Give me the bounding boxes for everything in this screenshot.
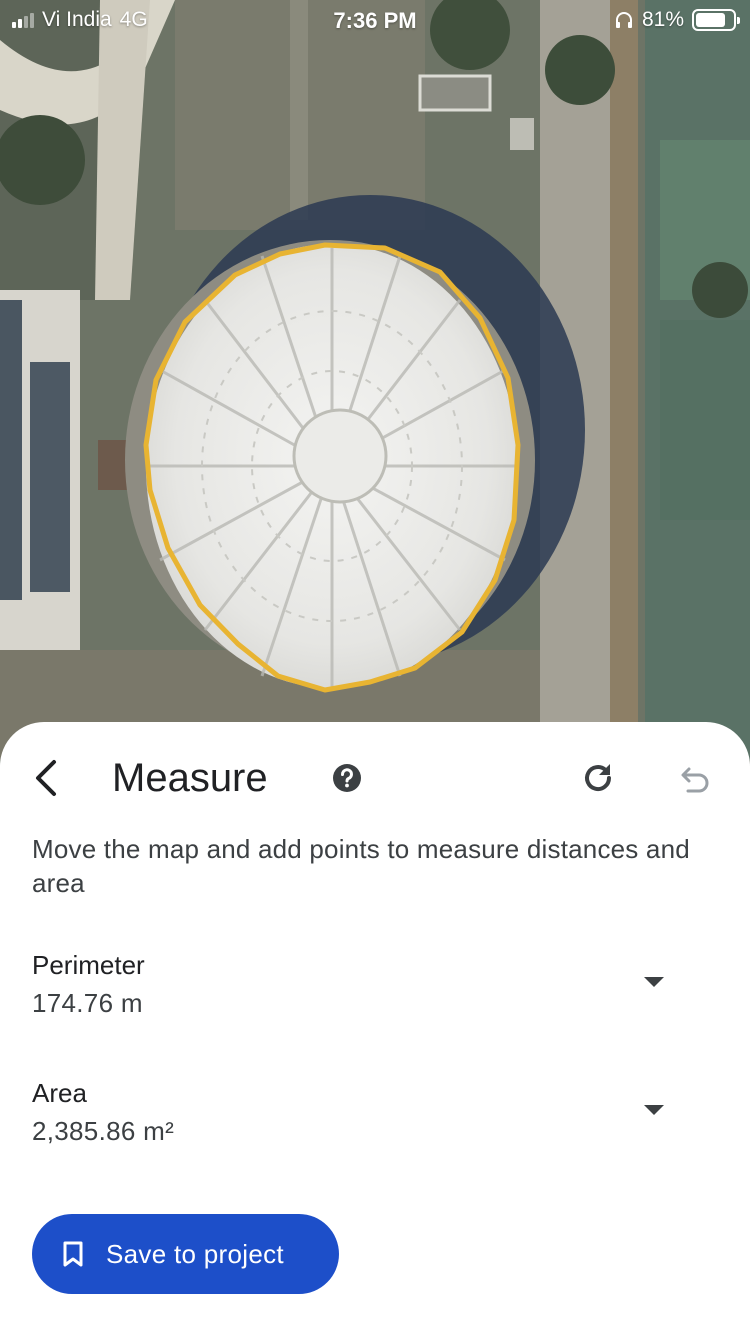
save-to-project-button[interactable]: Save to project — [32, 1214, 339, 1294]
battery-icon — [692, 9, 740, 31]
perimeter-value: 174.76 m — [32, 988, 143, 1018]
back-button[interactable] — [26, 754, 66, 802]
panel-header: Measure — [0, 746, 750, 810]
bookmark-icon — [63, 1241, 83, 1267]
chevron-down-icon[interactable] — [642, 974, 666, 990]
battery-percent: 81% — [641, 8, 684, 31]
satellite-map[interactable] — [0, 0, 750, 760]
undo-icon[interactable] — [674, 760, 714, 800]
perimeter-label: Perimeter — [32, 950, 145, 980]
chevron-down-icon[interactable] — [642, 1102, 666, 1118]
save-button-label: Save to project — [106, 1238, 284, 1269]
instructions-text: Move the map and add points to measure d… — [32, 834, 690, 898]
battery-level — [696, 13, 726, 27]
status-right: 81% — [614, 8, 740, 32]
redo-icon[interactable] — [578, 758, 618, 798]
help-icon[interactable] — [331, 762, 363, 794]
area-value: 2,385.86 m² — [32, 1116, 175, 1146]
panel-title: Measure — [112, 756, 268, 800]
area-row[interactable]: Area 2,385.86 m² — [32, 1072, 718, 1162]
back-arrow-icon — [36, 760, 56, 796]
perimeter-row[interactable]: Perimeter 174.76 m — [32, 944, 718, 1034]
headphones-icon — [615, 12, 632, 28]
map-imagery — [0, 0, 750, 760]
area-label: Area — [32, 1078, 87, 1108]
measure-panel: Measure Move the map and add points to m… — [0, 722, 750, 1334]
status-bar: Vi India 4G 7:36 PM 81% — [0, 0, 750, 42]
